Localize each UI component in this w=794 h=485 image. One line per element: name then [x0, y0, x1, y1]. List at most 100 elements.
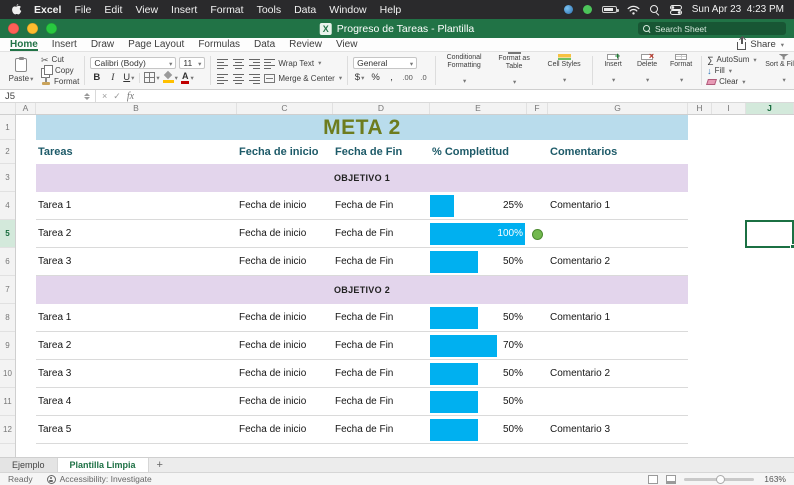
- insert-cells-button[interactable]: Insert: [598, 54, 628, 87]
- cell-comentario[interactable]: Comentario 1: [550, 192, 610, 220]
- row-header-10[interactable]: 10: [0, 360, 15, 388]
- cell-fin[interactable]: Fecha de Fin: [335, 388, 393, 416]
- select-all-corner[interactable]: [0, 103, 16, 114]
- menu-file[interactable]: File: [74, 4, 91, 16]
- menu-window[interactable]: Window: [329, 4, 366, 16]
- row-header-8[interactable]: 8: [0, 304, 15, 332]
- column-title-inicio[interactable]: Fecha de inicio: [239, 140, 318, 164]
- cell-pct[interactable]: 50%: [430, 388, 523, 416]
- cell-comentario[interactable]: Comentario 2: [550, 360, 610, 388]
- row-header-12[interactable]: 12: [0, 416, 15, 444]
- column-title-fin[interactable]: Fecha de Fin: [335, 140, 402, 164]
- sheet-tab-plantilla-limpia[interactable]: Plantilla Limpia: [58, 458, 149, 472]
- cell-tarea[interactable]: Tarea 5: [38, 416, 71, 444]
- font-size-select[interactable]: 11: [179, 57, 205, 69]
- fill-color-button[interactable]: [163, 71, 178, 84]
- column-header-a[interactable]: A: [16, 103, 36, 114]
- row-header-7[interactable]: 7: [0, 276, 15, 304]
- row-header-5[interactable]: 5: [0, 220, 15, 248]
- align-bottom-button[interactable]: [248, 72, 261, 85]
- column-header-b[interactable]: B: [36, 103, 237, 114]
- font-name-select[interactable]: Calibri (Body): [90, 57, 176, 69]
- cell-fin[interactable]: Fecha de Fin: [335, 220, 393, 248]
- row-header-6[interactable]: 6: [0, 248, 15, 276]
- confirm-entry-icon[interactable]: ✓: [113, 91, 121, 102]
- cell-inicio[interactable]: Fecha de inicio: [239, 220, 306, 248]
- row-header-11[interactable]: 11: [0, 388, 15, 416]
- menu-data[interactable]: Data: [294, 4, 316, 16]
- merge-center-button[interactable]: Merge & Center: [264, 73, 342, 83]
- cell-fin[interactable]: Fecha de Fin: [335, 192, 393, 220]
- currency-button[interactable]: $: [353, 71, 366, 84]
- tab-page-layout[interactable]: Page Layout: [128, 38, 184, 51]
- format-cells-button[interactable]: Format: [666, 54, 696, 87]
- increase-decimal-button[interactable]: .00: [401, 71, 414, 84]
- menubar-app-icon-blue[interactable]: [564, 5, 573, 14]
- number-format-select[interactable]: General: [353, 57, 417, 69]
- cell-pct[interactable]: 25%: [430, 192, 523, 220]
- borders-button[interactable]: [144, 71, 159, 84]
- control-center-icon[interactable]: [670, 5, 682, 15]
- fill-handle[interactable]: [790, 244, 794, 249]
- search-sheet-input[interactable]: Search Sheet: [638, 22, 786, 35]
- column-header-e[interactable]: E: [430, 103, 527, 114]
- cell-pct[interactable]: 50%: [430, 304, 523, 332]
- zoom-level[interactable]: 163%: [762, 474, 786, 484]
- bold-button[interactable]: B: [90, 71, 103, 84]
- apple-menu-icon[interactable]: [10, 3, 22, 16]
- tab-insert[interactable]: Insert: [52, 38, 77, 51]
- accessibility-status[interactable]: Accessibility: Investigate: [47, 474, 152, 484]
- menubar-app-icon-green[interactable]: [583, 5, 592, 14]
- column-header-d[interactable]: D: [333, 103, 430, 114]
- menu-tools[interactable]: Tools: [257, 4, 282, 16]
- cell-fin[interactable]: Fecha de Fin: [335, 416, 393, 444]
- cell-pct[interactable]: 100%: [430, 220, 523, 248]
- autosum-button[interactable]: ∑AutoSum: [707, 55, 757, 65]
- battery-icon[interactable]: [602, 6, 617, 13]
- page-layout-view-button[interactable]: [666, 475, 676, 484]
- cell-tarea[interactable]: Tarea 3: [38, 248, 71, 276]
- menubar-clock[interactable]: Sun Apr 23 4:23 PM: [692, 4, 784, 15]
- minimize-window-button[interactable]: [27, 23, 38, 34]
- delete-cells-button[interactable]: Delete: [632, 54, 662, 87]
- align-right-button[interactable]: [248, 57, 261, 70]
- row-header-9[interactable]: 9: [0, 332, 15, 360]
- copy-button[interactable]: Copy: [41, 66, 79, 76]
- paste-button[interactable]: Paste: [5, 54, 37, 87]
- percent-style-button[interactable]: %: [369, 71, 382, 84]
- column-header-g[interactable]: G: [548, 103, 688, 114]
- column-title-comentarios[interactable]: Comentarios: [550, 140, 617, 164]
- cell-pct[interactable]: 70%: [430, 332, 523, 360]
- cell-inicio[interactable]: Fecha de inicio: [239, 192, 306, 220]
- tab-formulas[interactable]: Formulas: [198, 38, 240, 51]
- align-top-button[interactable]: [216, 72, 229, 85]
- insert-function-icon[interactable]: fx: [127, 91, 134, 102]
- cell-fin[interactable]: Fecha de Fin: [335, 360, 393, 388]
- clear-button[interactable]: Clear: [707, 77, 757, 87]
- cell-inicio[interactable]: Fecha de inicio: [239, 388, 306, 416]
- format-painter-button[interactable]: Format: [41, 77, 79, 87]
- font-color-button[interactable]: A: [181, 71, 194, 84]
- cell-inicio[interactable]: Fecha de inicio: [239, 360, 306, 388]
- align-left-button[interactable]: [216, 57, 229, 70]
- sheet-title-cell[interactable]: META 2: [36, 115, 688, 140]
- sort-filter-button[interactable]: Sort & Filter: [761, 54, 794, 87]
- cell-inicio[interactable]: Fecha de inicio: [239, 248, 306, 276]
- section-band[interactable]: OBJETIVO 2: [36, 276, 688, 304]
- italic-button[interactable]: I: [106, 71, 119, 84]
- add-sheet-button[interactable]: +: [149, 458, 171, 472]
- fill-button[interactable]: ↓Fill: [707, 66, 757, 76]
- zoom-slider[interactable]: [684, 478, 754, 481]
- tab-view[interactable]: View: [336, 38, 358, 51]
- cell-tarea[interactable]: Tarea 2: [38, 332, 71, 360]
- underline-button[interactable]: U: [122, 71, 135, 84]
- comma-style-button[interactable]: ,: [385, 71, 398, 84]
- align-middle-button[interactable]: [232, 72, 245, 85]
- cell-tarea[interactable]: Tarea 4: [38, 388, 71, 416]
- column-header-f[interactable]: F: [527, 103, 548, 114]
- cell-comentario[interactable]: Comentario 3: [550, 416, 610, 444]
- cell-comentario[interactable]: Comentario 1: [550, 304, 610, 332]
- share-button[interactable]: Share: [737, 39, 784, 50]
- column-header-h[interactable]: H: [688, 103, 712, 114]
- zoom-slider-knob[interactable]: [716, 475, 725, 484]
